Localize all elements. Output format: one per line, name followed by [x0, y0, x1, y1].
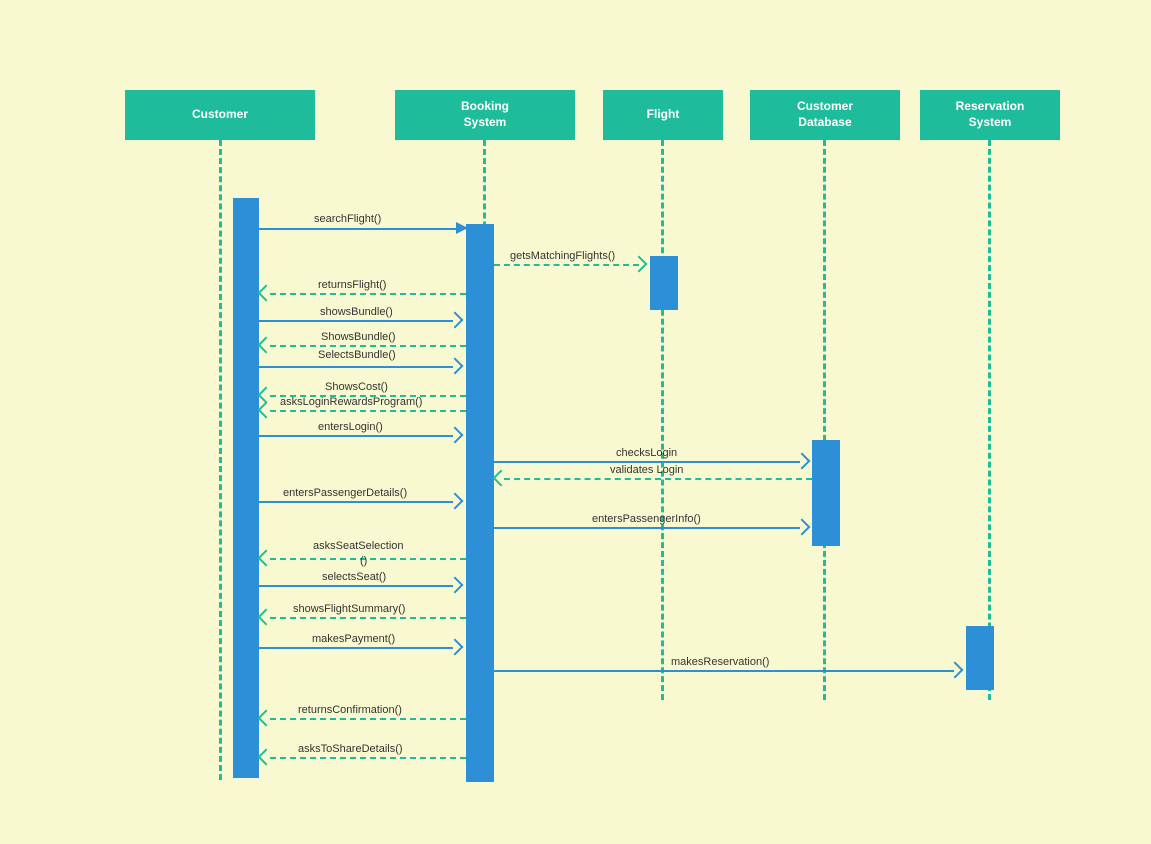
arrow	[270, 718, 466, 720]
msg-makespayment: makesPayment()	[312, 633, 395, 645]
arrowhead-icon	[493, 470, 510, 487]
arrowhead-icon	[258, 550, 275, 567]
arrowhead-icon	[447, 493, 464, 510]
actor-label: Customer	[192, 107, 248, 123]
arrow	[259, 366, 453, 368]
arrowhead-icon	[258, 609, 275, 626]
msg-returnsflight: returnsFlight()	[318, 279, 386, 291]
msg-returnsconfirmation: returnsConfirmation()	[298, 704, 402, 716]
arrow	[270, 757, 466, 759]
msg-getsmatchingflights: getsMatchingFlights()	[510, 250, 615, 262]
arrow	[270, 617, 466, 619]
arrowhead-icon	[947, 662, 964, 679]
activation-customer	[233, 198, 259, 778]
arrowhead-icon	[794, 519, 811, 536]
arrowhead-icon	[447, 577, 464, 594]
arrow	[494, 527, 800, 529]
activation-booking	[466, 224, 494, 782]
msg-asksseatselection-b: ()	[360, 555, 367, 567]
activation-flight	[650, 256, 678, 310]
arrowhead-icon	[258, 337, 275, 354]
msg-enterslogin: entersLogin()	[318, 421, 383, 433]
msg-validateslogin: validates Login	[610, 464, 683, 476]
arrow	[259, 585, 453, 587]
lifeline-reservation	[988, 140, 991, 700]
arrow	[504, 478, 812, 480]
arrow	[259, 320, 453, 322]
msg-askslogin: asksLoginRewardsProgram()	[280, 396, 422, 408]
arrow	[494, 670, 954, 672]
msg-enterspassengerinfo: entersPassengerInfo()	[592, 513, 701, 525]
arrow	[270, 345, 466, 347]
lifeline-customer	[219, 140, 222, 780]
msg-searchflight: searchFlight()	[314, 213, 381, 225]
msg-askstosharedetails: asksToShareDetails()	[298, 743, 403, 755]
actor-reservation-system: Reservation System	[920, 90, 1060, 140]
arrow	[494, 264, 639, 266]
lifeline-flight	[661, 140, 664, 700]
arrow	[259, 435, 453, 437]
arrowhead-icon	[447, 358, 464, 375]
msg-showsbundle: showsBundle()	[320, 306, 393, 318]
msg-showsflightsummary: showsFlightSummary()	[293, 603, 405, 615]
activation-db	[812, 440, 840, 546]
msg-asksseatselection: asksSeatSelection	[313, 540, 404, 552]
arrowhead-icon	[631, 256, 648, 273]
lifeline-db	[823, 140, 826, 700]
actor-flight: Flight	[603, 90, 723, 140]
arrow	[270, 293, 466, 295]
msg-showscost: ShowsCost()	[325, 381, 388, 393]
arrow	[259, 501, 453, 503]
msg-makesreservation: makesReservation()	[671, 656, 769, 668]
actor-booking-system: Booking System	[395, 90, 575, 140]
activation-reservation	[966, 626, 994, 690]
arrowhead-icon	[258, 710, 275, 727]
actor-customer: Customer	[125, 90, 315, 140]
actor-customer-database: Customer Database	[750, 90, 900, 140]
arrowhead-icon	[258, 402, 275, 419]
actor-label: Customer Database	[797, 99, 853, 130]
actor-label: Booking System	[461, 99, 509, 130]
arrow	[259, 647, 453, 649]
arrow	[270, 558, 466, 560]
arrow	[270, 410, 466, 412]
arrowhead-icon	[456, 222, 468, 234]
sequence-diagram: Customer Booking System Flight Customer …	[0, 0, 1151, 844]
arrow	[259, 228, 459, 230]
msg-showsbundle2: ShowsBundle()	[321, 331, 396, 343]
arrowhead-icon	[258, 749, 275, 766]
arrowhead-icon	[258, 285, 275, 302]
actor-label: Flight	[647, 107, 680, 123]
arrowhead-icon	[447, 639, 464, 656]
actor-label: Reservation System	[956, 99, 1025, 130]
msg-selectsseat: selectsSeat()	[322, 571, 386, 583]
arrow	[494, 461, 800, 463]
arrowhead-icon	[447, 427, 464, 444]
arrowhead-icon	[794, 453, 811, 470]
arrowhead-icon	[447, 312, 464, 329]
msg-selectsbundle: SelectsBundle()	[318, 349, 396, 361]
msg-checkslogin: checksLogin	[616, 447, 677, 459]
msg-enterspassengerdetails: entersPassengerDetails()	[283, 487, 407, 499]
